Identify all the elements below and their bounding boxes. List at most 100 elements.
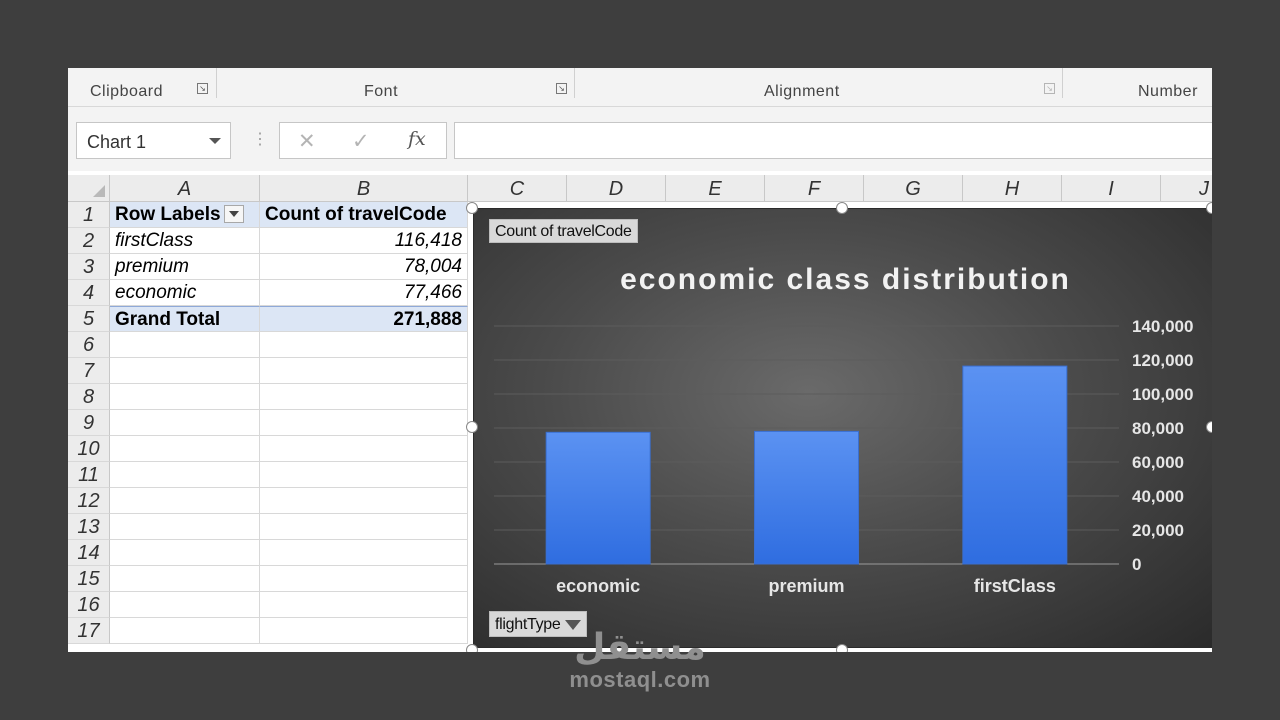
ribbon-separator <box>574 68 575 98</box>
empty-cell[interactable] <box>260 592 468 618</box>
column-header-b[interactable]: B <box>260 175 468 201</box>
y-tick-label: 40,000 <box>1132 487 1184 506</box>
row-header[interactable]: 6 <box>68 332 110 358</box>
formula-input[interactable] <box>454 122 1212 159</box>
resize-handle-top-left[interactable] <box>466 202 478 214</box>
pivot-row-value[interactable]: 78,004 <box>260 254 468 280</box>
value-field-button[interactable]: Count of travelCode <box>489 219 638 243</box>
empty-cell[interactable] <box>260 332 468 358</box>
ribbon-group-font: Font <box>364 83 399 100</box>
chart-title[interactable]: economic class distribution <box>474 263 1212 297</box>
empty-cell[interactable] <box>260 540 468 566</box>
resize-handle-right[interactable] <box>1206 421 1212 433</box>
row-header[interactable]: 13 <box>68 514 110 540</box>
empty-cell[interactable] <box>110 410 260 436</box>
pivot-row-value[interactable]: 77,466 <box>260 280 468 306</box>
empty-cell[interactable] <box>260 358 468 384</box>
pivot-chart[interactable]: 0 20,000 40,000 60,000 80,000 100,000 120,000 1… <box>473 208 1212 648</box>
row-header[interactable]: 8 <box>68 384 110 410</box>
resize-handle-bottom[interactable] <box>836 644 848 652</box>
cancel-icon[interactable]: ✕ <box>298 129 316 154</box>
select-all-button[interactable] <box>68 175 110 201</box>
row-header[interactable]: 1 <box>68 202 110 228</box>
empty-cell[interactable] <box>110 488 260 514</box>
excel-window: Clipboard ↘ Font ↘ Alignment ↘ Number Ch… <box>68 68 1212 652</box>
pivot-row-label[interactable]: premium <box>110 254 260 280</box>
row-header[interactable]: 12 <box>68 488 110 514</box>
column-header-d[interactable]: D <box>567 175 666 201</box>
empty-cell[interactable] <box>110 566 260 592</box>
empty-cell[interactable] <box>260 618 468 644</box>
row-header[interactable]: 14 <box>68 540 110 566</box>
column-header-i[interactable]: I <box>1062 175 1161 201</box>
clipboard-dialog-launcher-icon[interactable]: ↘ <box>197 83 208 94</box>
empty-cell[interactable] <box>110 332 260 358</box>
font-dialog-launcher-icon[interactable]: ↘ <box>556 83 567 94</box>
row-header[interactable]: 17 <box>68 618 110 644</box>
ribbon-group-number: Number <box>1138 83 1198 100</box>
ribbon-group-alignment: Alignment <box>764 83 840 100</box>
resize-handle-top[interactable] <box>836 202 848 214</box>
column-header-e[interactable]: E <box>666 175 765 201</box>
column-headers: A B C D E F G H I J <box>68 175 1212 202</box>
row-header[interactable]: 4 <box>68 280 110 306</box>
row-header[interactable]: 7 <box>68 358 110 384</box>
row-header[interactable]: 11 <box>68 462 110 488</box>
resize-handle-top-right[interactable] <box>1206 202 1212 214</box>
pivot-count-header[interactable]: Count of travelCode <box>260 202 468 228</box>
pivot-grand-total-value[interactable]: 271,888 <box>260 306 468 332</box>
formula-buttons: ✕ ✓ fx <box>279 122 447 159</box>
enter-icon[interactable]: ✓ <box>352 129 370 154</box>
row-header[interactable]: 9 <box>68 410 110 436</box>
empty-cell[interactable] <box>110 462 260 488</box>
empty-cell[interactable] <box>260 462 468 488</box>
column-header-h[interactable]: H <box>963 175 1062 201</box>
row-header[interactable]: 3 <box>68 254 110 280</box>
column-header-f[interactable]: F <box>765 175 864 201</box>
empty-cell[interactable] <box>110 384 260 410</box>
empty-cell[interactable] <box>110 592 260 618</box>
empty-cell[interactable] <box>260 566 468 592</box>
empty-cell[interactable] <box>110 514 260 540</box>
row-header[interactable]: 15 <box>68 566 110 592</box>
more-options-icon[interactable]: ⋮ <box>252 129 268 149</box>
y-tick-label: 0 <box>1132 555 1141 574</box>
resize-handle-bottom-left[interactable] <box>466 644 478 652</box>
empty-cell[interactable] <box>110 540 260 566</box>
alignment-dialog-launcher-icon[interactable]: ↘ <box>1044 83 1055 94</box>
ribbon-group-labels: Clipboard ↘ Font ↘ Alignment ↘ Number <box>68 68 1212 107</box>
x-tick-label: premium <box>768 576 844 596</box>
pivot-row-label[interactable]: firstClass <box>110 228 260 254</box>
pivot-grand-total-label[interactable]: Grand Total <box>110 306 260 332</box>
ribbon-group-clipboard: Clipboard <box>90 83 163 100</box>
empty-cell[interactable] <box>260 436 468 462</box>
empty-cell[interactable] <box>110 436 260 462</box>
row-labels-filter-icon[interactable] <box>223 204 244 223</box>
pivot-row-labels-header[interactable]: Row Labels <box>110 202 260 228</box>
empty-cell[interactable] <box>260 384 468 410</box>
column-header-g[interactable]: G <box>864 175 963 201</box>
empty-cell[interactable] <box>110 618 260 644</box>
bar-premium <box>754 430 859 565</box>
name-box[interactable]: Chart 1 <box>76 122 231 159</box>
chevron-down-icon[interactable] <box>209 138 221 144</box>
pivot-row-label[interactable]: economic <box>110 280 260 306</box>
empty-cell[interactable] <box>110 358 260 384</box>
empty-cell[interactable] <box>260 514 468 540</box>
column-header-a[interactable]: A <box>110 175 260 201</box>
insert-function-icon[interactable]: fx <box>408 128 426 150</box>
pivot-row-value[interactable]: 116,418 <box>260 228 468 254</box>
watermark-latin: mostaql.com <box>569 667 711 692</box>
resize-handle-left[interactable] <box>466 421 478 433</box>
row-header[interactable]: 2 <box>68 228 110 254</box>
row-header[interactable]: 16 <box>68 592 110 618</box>
y-tick-label: 140,000 <box>1132 317 1193 336</box>
row-header[interactable]: 10 <box>68 436 110 462</box>
empty-cell[interactable] <box>260 488 468 514</box>
formula-bar: Chart 1 ⋮ ✕ ✓ fx <box>68 107 1212 171</box>
row-header[interactable]: 5 <box>68 306 110 332</box>
y-tick-label: 120,000 <box>1132 351 1193 370</box>
empty-cell[interactable] <box>260 410 468 436</box>
column-header-c[interactable]: C <box>468 175 567 201</box>
column-header-j[interactable]: J <box>1161 175 1212 201</box>
